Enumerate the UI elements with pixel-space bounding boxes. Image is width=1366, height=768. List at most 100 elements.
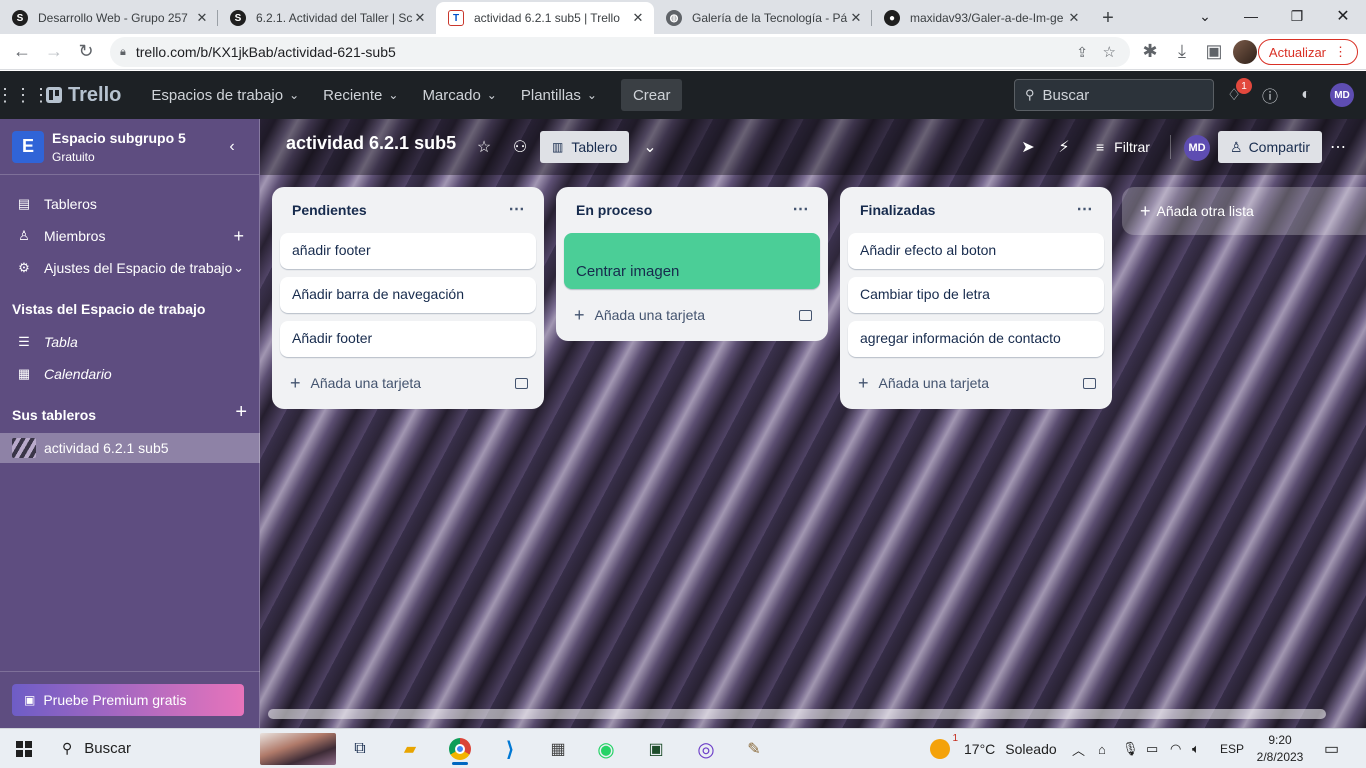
notifications-icon[interactable]: ♢ 1 [1222,78,1252,107]
search-input[interactable]: ⚲ Buscar [1014,79,1214,111]
language-indicator[interactable]: ESP [1220,729,1244,768]
card[interactable]: Añadir barra de navegación [280,277,536,313]
close-tab-icon[interactable]: ✕ [194,10,210,26]
chevron-up-icon[interactable]: ︿ [1072,729,1085,768]
volume-icon[interactable]: 🔈︎ [1192,729,1200,768]
list-title[interactable]: En proceso [576,202,652,218]
trello-logo[interactable]: Trello [46,84,121,107]
workspace-name[interactable]: Espacio subgrupo 5 [52,130,186,146]
profile-avatar[interactable] [1233,40,1257,64]
board-view-button[interactable]: ▥ Tablero [540,131,630,163]
card[interactable]: agregar información de contacto [848,321,1104,357]
notification-center-icon[interactable]: ▭ [1324,729,1339,768]
card-template-icon[interactable] [515,377,528,389]
visibility-icon[interactable]: ⚇ [508,135,532,159]
chrome-icon[interactable] [440,733,480,765]
close-window-button[interactable]: ✕ [1320,0,1366,32]
filter-button[interactable]: ≡ Filtrar [1096,131,1150,163]
list-menu-icon[interactable]: ⋯ [1072,197,1096,221]
task-view-icon[interactable]: ⧉ [340,733,380,765]
chevron-down-icon[interactable]: ⌄ [638,135,662,159]
reload-button[interactable]: ↻ [70,36,102,68]
card[interactable]: Centrar imagen [564,233,820,289]
theme-toggle-icon[interactable]: ◐ [1294,83,1318,107]
file-explorer-icon[interactable]: ▰ [390,733,430,765]
card[interactable]: añadir footer [280,233,536,269]
card-template-icon[interactable] [1083,377,1096,389]
taskbar-search[interactable]: ⚲ Buscar [48,729,338,768]
premium-trial-button[interactable]: ▣ Pruebe Premium gratis [12,684,244,716]
url-bar[interactable]: 🔒︎ trello.com/b/KX1jkBab/actividad-621-s… [110,37,1130,67]
app-icon[interactable]: ▣ [636,733,676,765]
back-button[interactable]: ← [6,36,38,68]
sidebar-item-table[interactable]: ☰ Tabla [0,326,260,358]
sidebar-board-item[interactable]: actividad 6.2.1 sub5 [0,433,260,463]
new-tab-button[interactable]: + [1090,2,1126,34]
user-avatar[interactable]: MD [1330,83,1354,107]
update-button[interactable]: Actualizar ⋮ [1257,39,1358,65]
maximize-button[interactable]: ❐ [1274,0,1320,32]
start-button[interactable] [0,729,48,768]
list-title[interactable]: Pendientes [292,202,367,218]
vscode-icon[interactable]: ⟩ [490,733,530,765]
menu-workspaces[interactable]: Espacios de trabajo ⌄ [141,79,309,111]
member-avatar[interactable]: MD [1184,135,1210,161]
side-panel-icon[interactable]: ▣ [1198,36,1230,68]
app-switcher-icon[interactable]: ⋮⋮⋮ [0,71,50,119]
paint-icon[interactable]: ✎ [734,733,774,765]
tab-search-chevron-icon[interactable]: ⌄ [1182,0,1228,32]
close-tab-icon[interactable]: ✕ [630,10,646,26]
bookmark-star-icon[interactable]: ☆ [1103,43,1116,61]
sidebar-item-boards[interactable]: ▤ Tableros [0,188,260,220]
add-member-icon[interactable]: + [233,226,244,247]
automation-icon[interactable]: ⚡︎ [1052,135,1076,159]
board-title[interactable]: actividad 6.2.1 sub5 [286,133,456,154]
browser-tab-1[interactable]: S Desarrollo Web - Grupo 257 ✕ [0,2,218,34]
menu-starred[interactable]: Marcado ⌄ [412,79,506,111]
calculator-icon[interactable]: ▦ [538,733,578,765]
add-card-button[interactable]: + Añada una tarjeta [564,297,820,333]
add-board-icon[interactable]: + [235,401,247,424]
board-menu-icon[interactable]: ⋯ [1326,135,1350,159]
forward-button[interactable]: → [38,36,70,68]
extensions-icon[interactable]: ✱ [1134,36,1166,68]
create-button[interactable]: Crear [620,79,683,111]
card-template-icon[interactable] [799,309,812,321]
menu-templates[interactable]: Plantillas ⌄ [511,79,607,111]
list-title[interactable]: Finalizadas [860,202,935,218]
star-icon[interactable]: ☆ [472,135,496,159]
close-tab-icon[interactable]: ✕ [412,10,428,26]
download-icon[interactable]: ⤓ [1166,36,1198,68]
browser-tab-3-active[interactable]: T actividad 6.2.1 sub5 | Trello ✕ [436,2,654,34]
minimize-button[interactable]: — [1228,0,1274,32]
browser-tab-5[interactable]: ● maxidav93/Galer-a-de-Im-ge ✕ [872,2,1090,34]
share-button[interactable]: ♙ Compartir [1218,131,1323,163]
browser-tab-4[interactable]: ◍ Galería de la Tecnología - Pá ✕ [654,2,872,34]
add-list-button[interactable]: + Añada otra lista [1122,187,1366,235]
list-menu-icon[interactable]: ⋯ [504,197,528,221]
microphone-icon[interactable]: 🎙︎ [1122,729,1139,768]
add-card-button[interactable]: + Añada una tarjeta [280,365,536,401]
card[interactable]: Añadir footer [280,321,536,357]
help-icon[interactable]: ⓘ [1258,83,1282,107]
whatsapp-icon[interactable]: ◉ [586,733,626,765]
sidebar-item-members[interactable]: ♙ Miembros + [0,220,260,252]
power-ups-icon[interactable]: ➤ [1016,135,1040,159]
share-page-icon[interactable]: ⇪ [1076,44,1088,61]
card[interactable]: Cambiar tipo de letra [848,277,1104,313]
collapse-sidebar-icon[interactable]: ‹ [220,133,244,161]
wifi-icon[interactable]: ◠ [1170,729,1181,768]
clock[interactable]: 9:20 2/8/2023 [1252,732,1308,766]
sidebar-item-settings[interactable]: ⚙ Ajustes del Espacio de trabajo ⌄ [0,252,260,284]
list-menu-icon[interactable]: ⋯ [788,197,812,221]
sidebar-item-calendar[interactable]: ▦ Calendario [0,358,260,390]
add-card-button[interactable]: + Añada una tarjeta [848,365,1104,401]
card[interactable]: Añadir efecto al boton [848,233,1104,269]
github-desktop-icon[interactable]: ◎ [686,733,726,765]
browser-tab-2[interactable]: S 6.2.1. Actividad del Taller | Sc ✕ [218,2,436,34]
network-icon[interactable]: ⌂ [1098,729,1106,768]
board-horizontal-scrollbar[interactable] [268,709,1326,719]
battery-icon[interactable]: ▭ [1146,729,1158,768]
close-tab-icon[interactable]: ✕ [1066,10,1082,26]
close-tab-icon[interactable]: ✕ [848,10,864,26]
